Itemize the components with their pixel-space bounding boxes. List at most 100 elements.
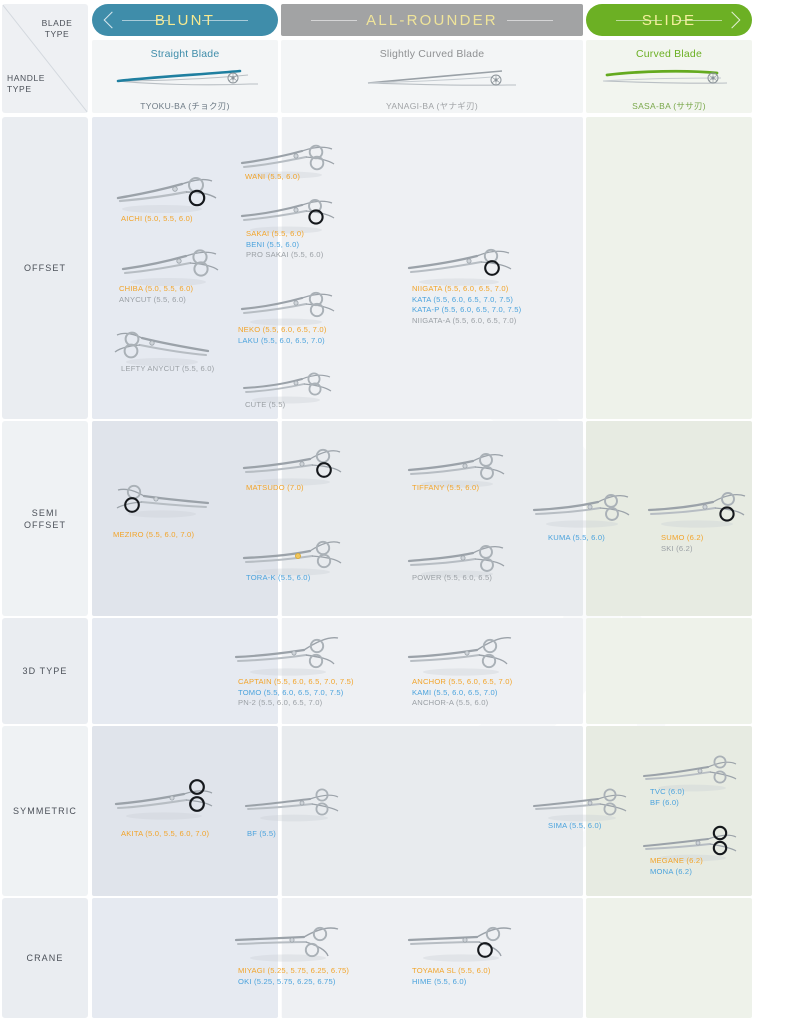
product-label-tvc: TVC (6.0) BF (6.0) <box>650 787 685 808</box>
blade-header-slide-sub: SASA-BA (ササ刃) <box>632 101 706 111</box>
arrow-right-icon <box>723 11 741 29</box>
product-label-captain: CAPTAIN (5.5, 6.0, 6.5, 7.0, 7.5) TOMO (… <box>238 677 354 709</box>
row-label-offset: OFFSET <box>2 117 88 419</box>
product-label-tiffany: TIFFANY (5.5, 6.0) <box>412 483 479 494</box>
cell-semioffset-blunt <box>92 421 278 616</box>
blade-header-allrounder-sub: YANAGI-BA (ヤナギ刃) <box>385 101 478 111</box>
product-name: CUTE (5.5) <box>245 400 286 409</box>
product-label-matsudo: MATSUDO (7.0) <box>246 483 304 494</box>
product-name: PRO SAKAI (5.5, 6.0) <box>246 250 324 259</box>
product-name: ANCHOR (5.5, 6.0, 6.5, 7.0) <box>412 677 513 686</box>
cell-crane-allrounder <box>281 898 583 1018</box>
product-name: SIMA (5.5, 6.0) <box>548 821 602 830</box>
product-name: KAMI (5.5, 6.0, 6.5, 7.0) <box>412 687 498 697</box>
product-name: MEZIRO (5.5, 6.0, 7.0) <box>113 530 195 539</box>
product-name: TOYAMA SL (5.5, 6.0) <box>412 966 491 975</box>
product-name: TORA-K (5.5, 6.0) <box>246 573 311 582</box>
product-name: ANYCUT (5.5, 6.0) <box>119 294 186 304</box>
column-divider <box>281 117 282 419</box>
product-label-sakai: SAKAI (5.5, 6.0) BENI (5.5, 6.0) PRO SAK… <box>246 229 323 261</box>
blade-type-bar-slide-label: SLIDE <box>641 11 697 29</box>
product-name: OKI (5.25, 5.75, 6.25, 6.75) <box>238 976 336 986</box>
blade-header-allrounder-title: Slightly Curved Blade <box>379 48 485 60</box>
product-name: BF (6.0) <box>650 797 680 807</box>
product-label-sima: SIMA (5.5, 6.0) <box>548 821 602 832</box>
product-name: TVC (6.0) <box>650 787 685 796</box>
cell-semioffset-slide <box>586 421 752 616</box>
blade-type-bar-blunt-label: BLUNT <box>154 11 216 29</box>
product-label-toyama-sl: TOYAMA SL (5.5, 6.0) HIME (5.5, 6.0) <box>412 966 491 987</box>
product-name: TOMO (5.5, 6.0, 6.5, 7.0, 7.5) <box>238 687 344 697</box>
cell-offset-allrounder <box>281 117 583 419</box>
blade-header-slide: Curved Blade SASA-BA (ササ刃) <box>586 40 752 113</box>
product-label-neko: NEKO (5.5, 6.0, 6.5, 7.0) LAKU (5.5, 6.0… <box>238 325 327 346</box>
product-name: KATA-P (5.5, 6.0, 6.5, 7.0, 7.5) <box>412 305 522 314</box>
product-label-megane: MEGANE (6.2) MONA (6.2) <box>650 856 703 877</box>
corner-axis-cell: BLADE TYPE HANDLE TYPE <box>2 4 88 113</box>
product-name: CAPTAIN (5.5, 6.0, 6.5, 7.0, 7.5) <box>238 677 354 686</box>
blade-header-allrounder: Slightly Curved Blade YANAGI-BA (ヤナギ刃) <box>281 40 583 113</box>
blade-type-bar-slide[interactable]: SLIDE <box>586 4 752 36</box>
product-name: MIYAGI (5.25, 5.75, 6.25, 6.75) <box>238 966 350 975</box>
product-name: NIIGATA (5.5, 6.0, 6.5, 7.0) <box>412 284 509 293</box>
blade-header-blunt-sub: TYOKU-BA (チョク刃) <box>140 101 230 111</box>
blade-header-slide-title: Curved Blade <box>635 48 703 60</box>
blade-header-blunt-title: Straight Blade <box>150 48 220 60</box>
product-label-meziro: MEZIRO (5.5, 6.0, 7.0) <box>113 530 194 541</box>
product-name: LEFTY ANYCUT (5.5, 6.0) <box>121 364 215 373</box>
product-label-sumo: SUMO (6.2) SKI (6.2) <box>661 533 704 554</box>
product-label-bf55: BF (5.5) <box>247 829 276 840</box>
row-label-symmetric: SYMMETRIC <box>2 726 88 896</box>
product-name: TIFFANY (5.5, 6.0) <box>412 483 480 492</box>
product-name: ANCHOR-A (5.5, 6.0) <box>412 698 489 707</box>
product-name: KATA (5.5, 6.0, 6.5, 7.0, 7.5) <box>412 294 514 304</box>
bar-line-right <box>507 20 553 21</box>
blade-type-axis-label: BLADE TYPE <box>41 18 73 39</box>
grade-legend: High 5A 4A <box>628 140 746 258</box>
cell-crane-slide <box>586 898 752 1018</box>
column-divider <box>281 726 282 896</box>
blade-type-bar-allrounder[interactable]: ALL-ROUNDER <box>281 4 583 36</box>
product-name: WANI (5.5, 6.0) <box>245 172 301 181</box>
bar-line-left <box>311 20 357 21</box>
product-name: MATSUDO (7.0) <box>246 483 304 492</box>
product-label-anchor: ANCHOR (5.5, 6.0, 6.5, 7.0) KAMI (5.5, 6… <box>412 677 512 709</box>
product-name: BENI (5.5, 6.0) <box>246 239 300 249</box>
product-label-akita: AKITA (5.0, 5.5, 6.0, 7.0) <box>121 829 209 840</box>
cell-3dtype-slide <box>586 618 752 724</box>
product-name: NEKO (5.5, 6.0, 6.5, 7.0) <box>238 325 327 334</box>
product-name: BF (5.5) <box>247 829 277 838</box>
slightly-curved-blade-icon <box>367 70 516 86</box>
cell-semioffset-allrounder <box>281 421 583 616</box>
cell-crane-blunt <box>92 898 278 1018</box>
column-divider <box>281 421 282 616</box>
product-label-cute: CUTE (5.5) <box>245 400 285 411</box>
product-label-power: POWER (5.5, 6.0, 6.5) <box>412 573 492 584</box>
row-label-semi-offset: SEMI OFFSET <box>2 421 88 616</box>
row-label-3d-type: 3D TYPE <box>2 618 88 724</box>
product-label-tora-k: TORA-K (5.5, 6.0) <box>246 573 310 584</box>
product-name: CHIBA (5.0, 5.5, 6.0) <box>119 284 194 293</box>
product-label-lefty-anycut: LEFTY ANYCUT (5.5, 6.0) <box>121 364 214 375</box>
product-label-kuma: KUMA (5.5, 6.0) <box>548 533 605 544</box>
blade-type-bar-blunt[interactable]: BLUNT <box>92 4 278 36</box>
product-name: POWER (5.5, 6.0, 6.5) <box>412 573 493 582</box>
handle-type-axis-label: HANDLE TYPE <box>7 73 46 94</box>
product-name: NIIGATA-A (5.5, 6.0, 6.5, 7.0) <box>412 315 517 325</box>
product-name: PN-2 (5.5, 6.0, 6.5, 7.0) <box>238 698 323 707</box>
product-name: AICHI (5.0, 5.5, 6.0) <box>121 214 193 223</box>
product-name: SAKAI (5.5, 6.0) <box>246 229 305 238</box>
product-label-miyagi: MIYAGI (5.25, 5.75, 6.25, 6.75) OKI (5.2… <box>238 966 349 987</box>
scissors-type-matrix: BLADE TYPE HANDLE TYPE BLUNT ALL-ROUNDER S… <box>0 0 786 1024</box>
cell-symmetric-allrounder <box>281 726 583 896</box>
product-name: MONA (6.2) <box>650 866 693 876</box>
product-name: KUMA (5.5, 6.0) <box>548 533 606 542</box>
product-name: AKITA (5.0, 5.5, 6.0, 7.0) <box>121 829 210 838</box>
cell-symmetric-blunt <box>92 726 278 896</box>
curved-blade-icon <box>602 69 728 84</box>
product-name: SKI (6.2) <box>661 543 693 553</box>
product-label-wani: WANI (5.5, 6.0) <box>245 172 300 183</box>
arrow-left-icon <box>103 11 121 29</box>
product-label-aichi: AICHI (5.0, 5.5, 6.0) <box>121 214 193 225</box>
product-name: HIME (5.5, 6.0) <box>412 976 467 986</box>
